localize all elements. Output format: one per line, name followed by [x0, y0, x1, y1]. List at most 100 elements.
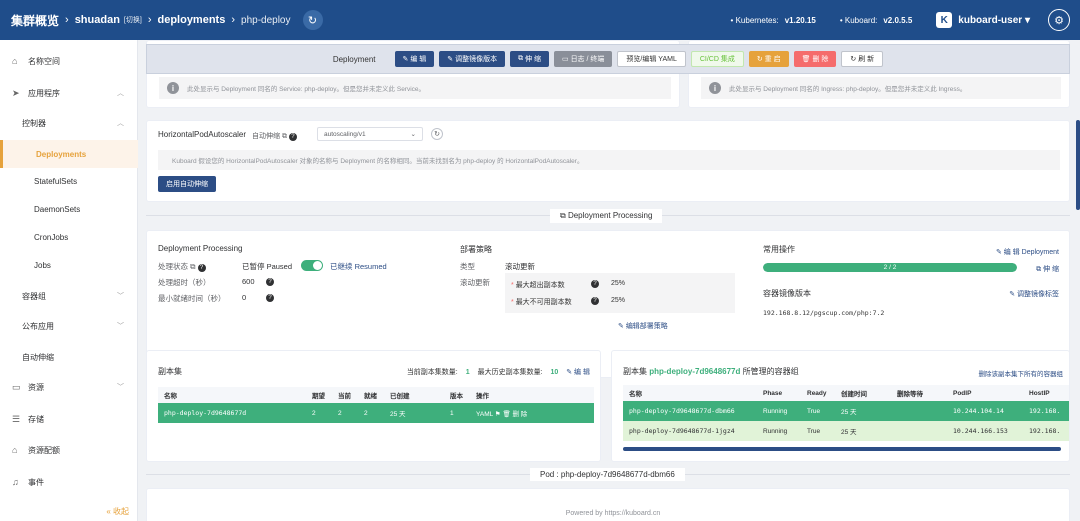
sidebar-item-jobs[interactable]: Jobs: [0, 252, 138, 278]
edit-history-link[interactable]: ✎ 编 辑: [566, 369, 590, 376]
sidebar: ⌂ 名称空间 ➤ 应用程序 ︿ 控制器 ︿ Deployments StatefulSe…: [0, 40, 138, 521]
refresh-button[interactable]: ↻ 刷 新: [841, 51, 884, 67]
timeout-label: 处理超时（秒）: [158, 278, 211, 287]
delete-button[interactable]: 🗑 删 除: [793, 51, 837, 67]
info-icon: i: [167, 82, 179, 94]
flag-icon: ⚑: [494, 411, 501, 418]
table-row[interactable]: php-deploy-7d9648677d 2 2 2 25 天 1 YAML …: [158, 403, 594, 423]
toolbar-label: Deployment: [332, 54, 376, 64]
replica-progress: 2 / 2: [763, 263, 1017, 272]
chevron-right-icon: ›: [147, 14, 152, 26]
sidebar-item-controllers[interactable]: 控制器 ︿: [0, 110, 138, 136]
help-icon: ?: [288, 133, 297, 141]
max-unavailable-value: 25%: [611, 297, 626, 304]
row-delete-link[interactable]: 🗑 删 除: [502, 411, 527, 418]
user-menu[interactable]: kuboard-user ▾: [958, 15, 1030, 26]
sidebar-item-publish[interactable]: 公布应用 ﹀: [0, 313, 138, 339]
gear-icon[interactable]: ⚙: [1048, 9, 1070, 31]
bank-icon: ⌂: [12, 445, 18, 455]
refresh-icon[interactable]: ↻: [302, 10, 323, 30]
sidebar-item-events[interactable]: ♫ 事件: [0, 469, 138, 495]
adjust-image-tag-link[interactable]: ✎ 调整镜像标签: [1009, 289, 1059, 299]
replicaset-title: 副本集: [158, 367, 182, 376]
home-icon: ⌂: [12, 56, 18, 66]
breadcrumb-deployments[interactable]: deployments: [157, 14, 225, 26]
table-header: 名称 Phase Ready 创建时间 删除等待 PodIP HostIP: [623, 385, 1069, 401]
chevron-right-icon: ›: [231, 14, 236, 26]
sidebar-item-namespace[interactable]: ⌂ 名称空间: [0, 48, 138, 74]
pods-card: 副本集 php-deploy-7d9648677d 所管理的容器组 删除该副本集…: [611, 350, 1070, 462]
ingress-info: i 此处显示与 Deployment 同名的 Ingress: php-depl…: [701, 77, 1061, 99]
table-row[interactable]: php-deploy-7d9648677d-1jgz4 Running True…: [623, 421, 1069, 441]
header-right: • Kubernetes: v1.20.15 • Kuboard: v2.0.5.5…: [731, 0, 1070, 40]
top-header: 集群概览 › shuadan [切换] › deployments › php-…: [0, 0, 1080, 40]
logs-terminal-button[interactable]: ▭ 日志 / 终端: [554, 51, 613, 67]
sidebar-item-cronjobs[interactable]: CronJobs: [0, 224, 138, 250]
sidebar-item-pods[interactable]: 容器组 ﹀: [0, 283, 138, 309]
send-icon: ➤: [12, 87, 20, 98]
pods-table: 名称 Phase Ready 创建时间 删除等待 PodIP HostIP ph…: [623, 385, 1069, 441]
vertical-scrollbar[interactable]: [1076, 120, 1080, 210]
pods-title: 副本集 php-deploy-7d9648677d 所管理的容器组: [623, 367, 799, 376]
table-row[interactable]: php-deploy-7d9648677d-dbm66 Running True…: [623, 401, 1069, 421]
restart-button[interactable]: ↻ 重 启: [748, 51, 789, 67]
delete-all-pods-link[interactable]: 删除该副本集下所有的容器组: [979, 368, 1064, 378]
avatar: K: [936, 12, 953, 28]
chevron-down-icon: ⌄: [410, 131, 416, 138]
help-icon: ?: [591, 280, 599, 288]
sidebar-item-resources[interactable]: ▭ 资源 ﹀: [0, 374, 138, 400]
switch-cluster-link[interactable]: [切换]: [124, 15, 142, 25]
cicd-button[interactable]: CI/CD 集成: [690, 51, 744, 67]
bell-icon: ♫: [12, 477, 19, 487]
pause-resume-switch[interactable]: [301, 260, 323, 271]
sidebar-item-apps[interactable]: ➤ 应用程序 ︿: [0, 80, 138, 106]
kubernetes-version: • Kubernetes: v1.20.15: [730, 15, 816, 25]
cluster-name[interactable]: shuadan: [75, 14, 120, 26]
info-icon: i: [709, 82, 721, 94]
sidebar-item-quota[interactable]: ⌂ 资源配额: [0, 437, 138, 463]
strategy-type-value: 滚动更新: [505, 262, 535, 271]
adjust-image-button[interactable]: ✎ 调整镜像版本: [439, 51, 506, 67]
sidebar-item-storage[interactable]: ☰ 存储: [0, 406, 138, 432]
sidebar-item-statefulsets[interactable]: StatefulSets: [0, 168, 138, 194]
edit-deployment-link[interactable]: ✎ 编 辑 Deployment: [996, 247, 1059, 257]
table-header: 名称 期望 当前 就绪 已创建 版本 操作: [158, 387, 594, 403]
collapse-sidebar-button[interactable]: « 收起: [106, 506, 129, 517]
chevron-down-icon: ﹀: [117, 293, 124, 300]
preview-yaml-button[interactable]: 预览/编辑 YAML: [617, 51, 686, 67]
cluster-overview-link[interactable]: 集群概览: [11, 12, 59, 29]
yaml-link[interactable]: YAML: [476, 411, 493, 418]
hpa-title: HorizontalPodAutoscaler: [158, 130, 247, 139]
status-label: 处理状态 ⧉ ?: [158, 261, 206, 272]
chevron-right-icon: ›: [65, 14, 69, 26]
edit-button[interactable]: ✎ 编 辑: [394, 51, 435, 67]
scale-link[interactable]: ⧉ 伸 缩: [1036, 264, 1059, 274]
sidebar-item-autoscale[interactable]: 自动伸缩: [0, 344, 138, 370]
folder-icon: ▭: [12, 381, 21, 392]
breadcrumb-page: php-deploy: [241, 14, 291, 26]
edit-strategy-link[interactable]: ✎ 编辑部署策略: [618, 321, 668, 331]
replicaset-card: 副本集 当前副本集数量: 1 最大历史副本集数量: 10 ✎ 编 辑 名称 期望…: [146, 350, 601, 462]
min-ready-label: 最小就绪时间（秒）: [158, 294, 226, 303]
rolling-update-box: * 最大超出副本数 ? 25% * 最大不可用副本数 ? 25%: [505, 273, 735, 313]
enable-autoscale-button[interactable]: 启用自动伸缩: [158, 176, 216, 192]
refresh-icon[interactable]: ↻: [431, 128, 443, 140]
deployment-toolbar: Deployment ✎ 编 辑 ✎ 调整镜像版本 ⧉ 伸 缩 ▭ 日志 / 终…: [146, 44, 1070, 74]
sidebar-item-deployments[interactable]: Deployments: [0, 140, 138, 168]
scale-button[interactable]: ⧉ 伸 缩: [510, 51, 549, 67]
max-unavailable-label: * 最大不可用副本数: [511, 299, 572, 306]
timeout-value: 600: [242, 277, 255, 286]
image-title: 容器镜像版本: [763, 289, 811, 298]
status-paused: 已暂停 Paused: [242, 262, 293, 271]
sidebar-item-daemonsets[interactable]: DaemonSets: [0, 196, 138, 222]
strategy-type-label: 类型: [460, 262, 475, 271]
status-resumed: 已继续 Resumed: [330, 262, 387, 271]
hpa-version-select[interactable]: autoscaling/v1 ⌄: [317, 127, 423, 141]
horizontal-scrollbar[interactable]: [623, 447, 1061, 451]
strategy-title: 部署策略: [460, 245, 492, 254]
image-value: 192.168.8.12/pgscup.com/php:7.2: [763, 309, 885, 317]
row-actions: YAML ⚑ 🗑 删 除: [472, 403, 594, 423]
max-surge-label: * 最大超出副本数: [511, 282, 565, 289]
help-icon: ?: [197, 264, 206, 272]
replicaset-counts: 当前副本集数量: 1 最大历史副本集数量: 10 ✎ 编 辑: [406, 369, 590, 376]
